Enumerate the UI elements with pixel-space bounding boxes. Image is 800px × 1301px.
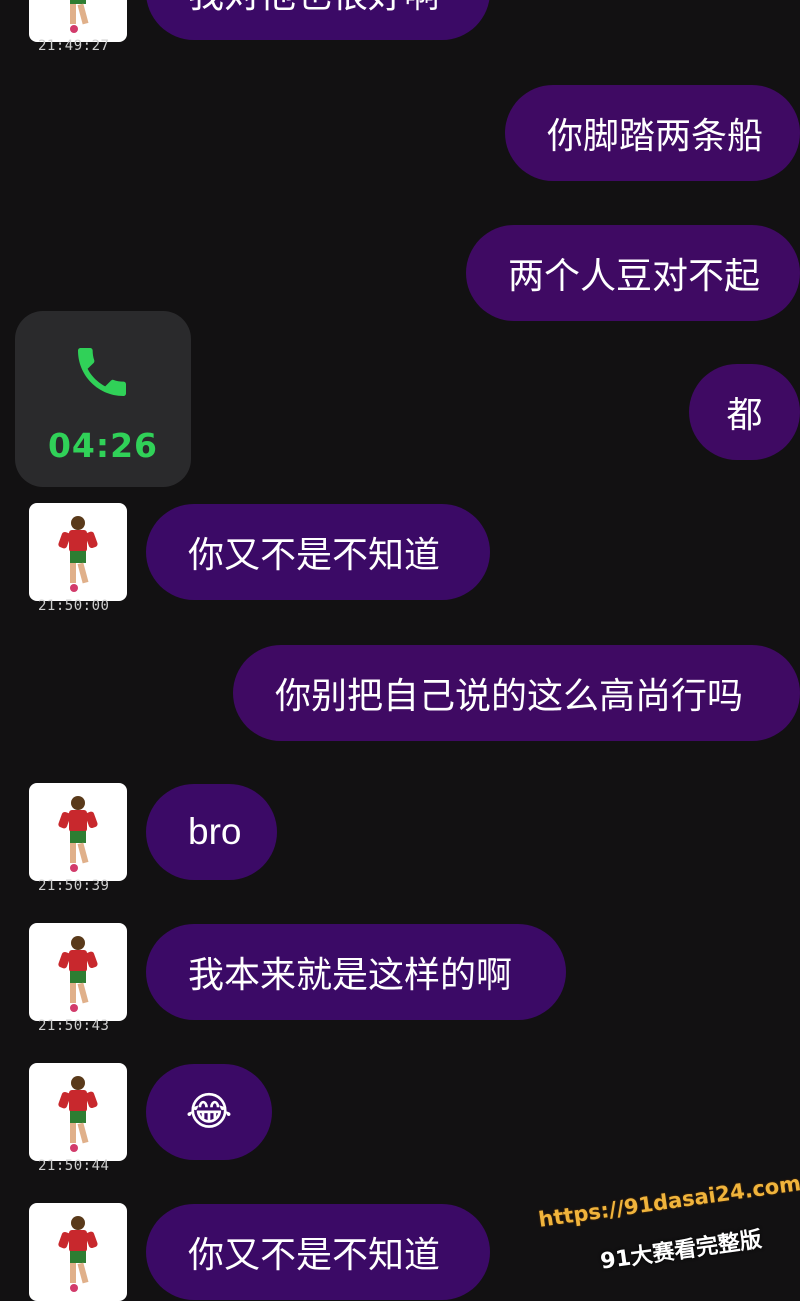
message-text: bro [188, 811, 242, 852]
message-bubble-incoming[interactable]: 我本来就是这样的啊 [146, 924, 566, 1020]
message-bubble-outgoing[interactable]: 你脚踏两条船 [505, 85, 800, 181]
contact-avatar[interactable] [29, 923, 127, 1021]
watermark-subtitle: 91大赛看完整版 [598, 1227, 764, 1275]
message-text: 你别把自己说的这么高尚行吗 [275, 676, 744, 717]
message-text: 你又不是不知道 [188, 1235, 441, 1276]
message-timestamp: 21:50:00 [38, 598, 110, 614]
message-text: 你又不是不知道 [188, 535, 441, 576]
message-bubble-outgoing[interactable]: 你别把自己说的这么高尚行吗 [233, 645, 800, 741]
contact-avatar[interactable] [29, 1203, 127, 1301]
contact-avatar[interactable] [29, 0, 127, 42]
message-timestamp: 21:50:39 [38, 878, 110, 894]
message-bubble-incoming[interactable]: 我对他也很好啊 [146, 0, 490, 40]
message-text: 两个人豆对不起 [508, 256, 761, 297]
message-bubble-incoming[interactable]: 你又不是不知道 [146, 504, 490, 600]
message-text: 我对他也很好啊 [188, 0, 440, 18]
message-bubble-incoming[interactable]: bro [146, 784, 277, 880]
call-duration: 04:26 [47, 426, 159, 465]
message-bubble-outgoing[interactable]: 都 [689, 364, 800, 460]
contact-avatar[interactable] [29, 1063, 127, 1161]
message-text: 都 [726, 395, 763, 436]
watermark-url: https://91dasai24.com [537, 1171, 800, 1232]
chat-area[interactable]: 21:49:27 我对他也很好啊 你脚踏两条船 两个人豆对不起 04:26 都 … [0, 0, 800, 1301]
message-timestamp: 21:50:43 [38, 1018, 110, 1034]
message-text: 我本来就是这样的啊 [188, 955, 513, 996]
tears-of-joy-emoji: 😂 [185, 1089, 233, 1135]
contact-avatar[interactable] [29, 783, 127, 881]
phone-icon [78, 348, 126, 396]
message-bubble-incoming[interactable]: 😂 [146, 1064, 272, 1160]
message-bubble-incoming[interactable]: 你又不是不知道 [146, 1204, 490, 1300]
message-timestamp: 21:49:27 [38, 38, 110, 54]
message-text: 你脚踏两条船 [547, 116, 764, 157]
contact-avatar[interactable] [29, 503, 127, 601]
message-timestamp: 21:50:44 [38, 1158, 110, 1174]
message-bubble-outgoing[interactable]: 两个人豆对不起 [466, 225, 800, 321]
